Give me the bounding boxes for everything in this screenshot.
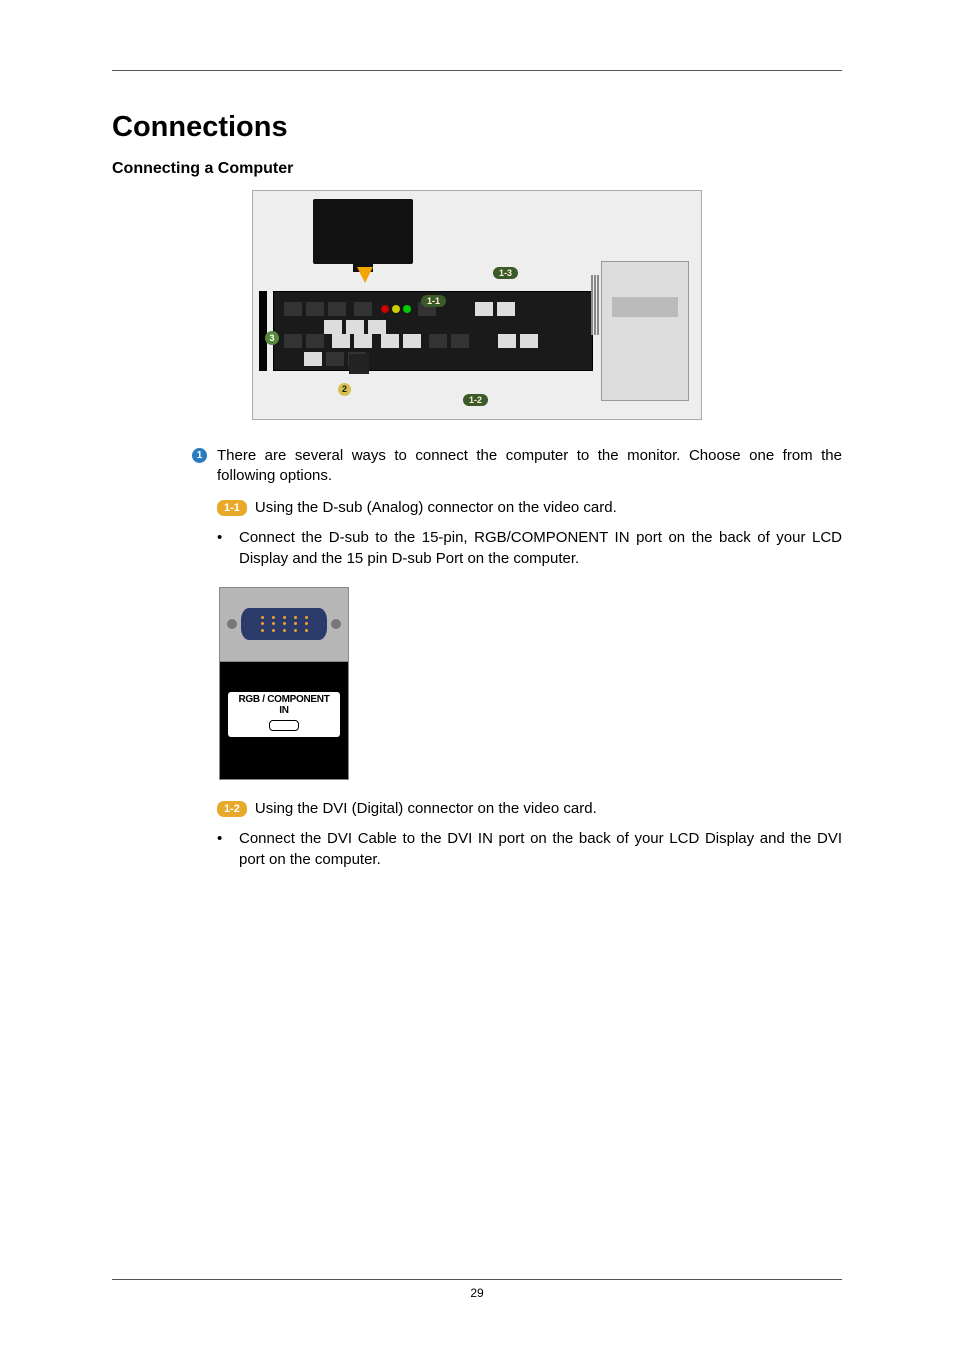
page-title: Connections <box>112 111 842 144</box>
rgb-port-figure: RGB / COMPONENT IN <box>219 587 349 780</box>
bullet-dot-icon: • <box>217 527 239 569</box>
diagram-device-side <box>259 291 267 371</box>
diagram-cable-icon <box>591 275 599 335</box>
section-heading: Connecting a Computer <box>112 160 842 178</box>
connection-diagram: 1-3 1-1 1-2 2 3 <box>252 190 702 420</box>
vga-plug-icon <box>241 608 327 640</box>
diagram-badge-1-1: 1-1 <box>421 295 446 307</box>
diagram-badge-3: 3 <box>265 331 279 345</box>
page-footer: 29 <box>112 1279 842 1300</box>
vga-screw-icon <box>227 619 237 629</box>
step-1-bullet-icon: 1 <box>192 448 207 463</box>
sub-1-2-detail: Connect the DVI Cable to the DVI IN port… <box>239 828 842 870</box>
sub-1-1-text: Using the D-sub (Analog) connector on th… <box>255 499 617 516</box>
top-rule <box>112 70 842 71</box>
diagram-power-port <box>349 354 369 374</box>
diagram-badge-2: 2 <box>338 383 351 396</box>
diagram-arrow-down-icon <box>357 267 373 283</box>
diagram-badge-1-3: 1-3 <box>493 267 518 279</box>
sub-1-1-detail: Connect the D-sub to the 15-pin, RGB/COM… <box>239 527 842 569</box>
step-1-text: There are several ways to connect the co… <box>217 446 842 487</box>
vga-connector-illustration <box>219 587 349 662</box>
sub-1-1-pill: 1-1 <box>217 500 247 516</box>
page-number: 29 <box>112 1286 842 1300</box>
rgb-port-label-2: IN <box>228 705 340 716</box>
rgb-port-label-area: RGB / COMPONENT IN <box>219 662 349 780</box>
rgb-port-label-1: RGB / COMPONENT <box>228 694 340 705</box>
vga-screw-icon <box>331 619 341 629</box>
diagram-badge-1-2: 1-2 <box>463 394 488 406</box>
sub-1-2-pill: 1-2 <box>217 801 247 817</box>
sub-1-2-text: Using the DVI (Digital) connector on the… <box>255 800 597 817</box>
dsub-port-icon <box>269 720 299 731</box>
diagram-computer-tower <box>601 261 689 401</box>
bullet-dot-icon: • <box>217 828 239 870</box>
diagram-monitor <box>313 199 413 264</box>
